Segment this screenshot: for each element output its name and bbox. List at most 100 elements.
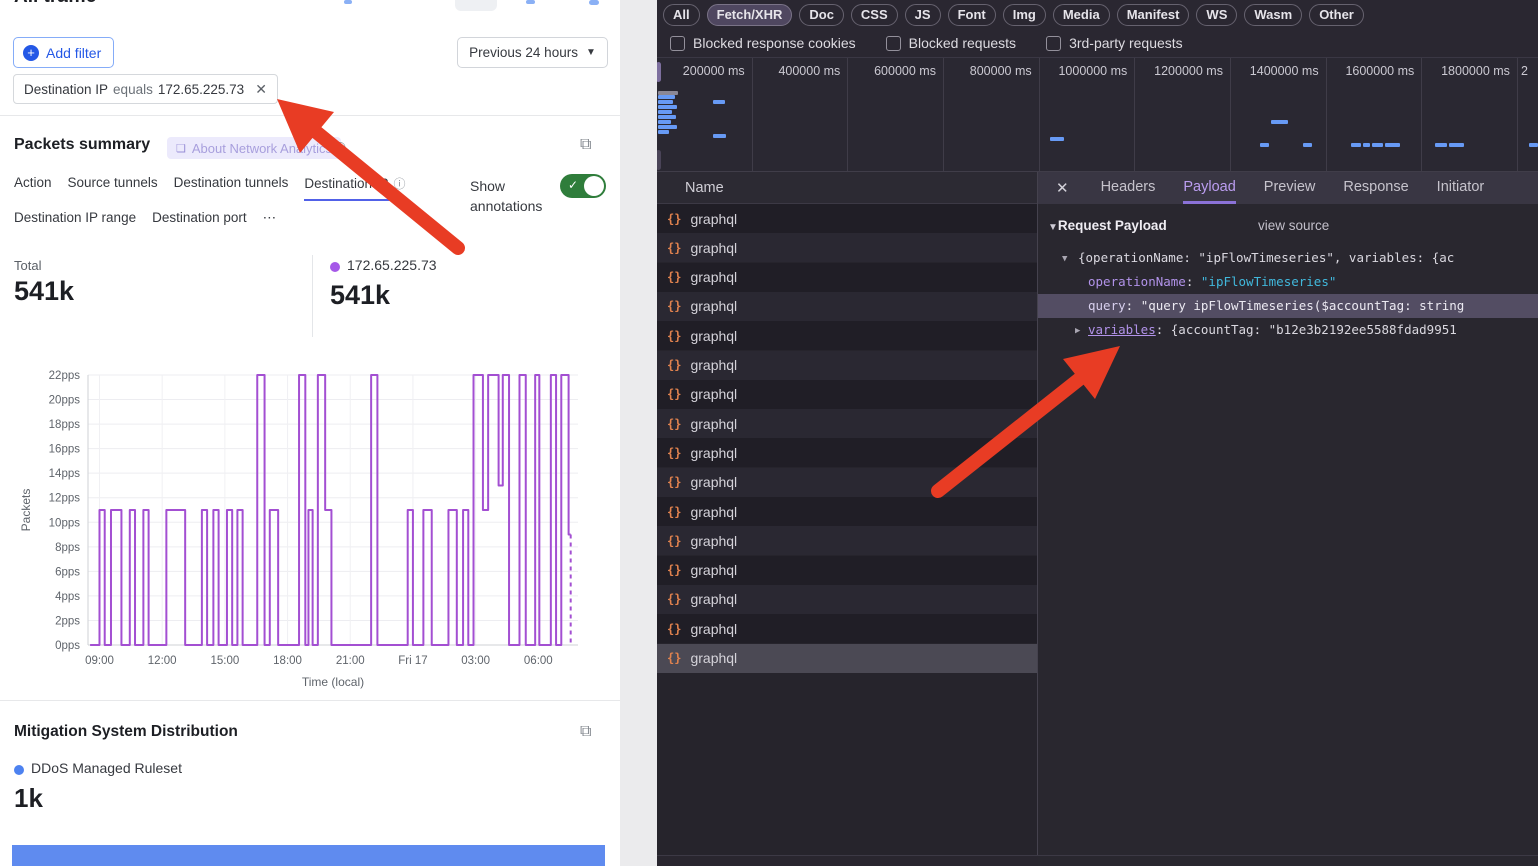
filter-pill-img[interactable]: Img [1003, 4, 1046, 26]
request-row-graphql[interactable]: {}graphql [657, 556, 1038, 585]
about-network-analytics-badge[interactable]: ❏ About Network Analytics [167, 137, 341, 159]
filter-chip[interactable]: Destination IP equals 172.65.225.73 ✕ [13, 74, 278, 104]
filter-pill-js[interactable]: JS [905, 4, 941, 26]
copy-panel-icon[interactable]: ⧉ [580, 136, 591, 154]
checkbox-icon [670, 36, 685, 51]
request-name: graphql [690, 504, 737, 520]
request-name: graphql [690, 621, 737, 637]
request-row-graphql[interactable]: {}graphql [657, 585, 1038, 614]
request-row-graphql[interactable]: {}graphql [657, 263, 1038, 292]
tab-destination-port[interactable]: Destination port [152, 210, 247, 233]
filter-pill-all[interactable]: All [663, 4, 700, 26]
svg-text:22pps: 22pps [49, 370, 81, 382]
payload-line[interactable]: query: "query ipFlowTimeseries($accountT… [1038, 294, 1538, 318]
chevron-down-icon: ▼ [586, 47, 596, 58]
request-row-graphql[interactable]: {}graphql [657, 468, 1038, 497]
summary-tabs-row2: Destination IP range Destination port ⋯ [14, 210, 276, 233]
svg-text:0pps: 0pps [55, 640, 80, 652]
divider [312, 255, 313, 337]
filter-value: 172.65.225.73 [158, 82, 244, 97]
svg-text:06:00: 06:00 [524, 655, 553, 667]
close-icon[interactable]: ✕ [1056, 179, 1069, 197]
request-list: Name {}graphql{}graphql{}graphql{}graphq… [657, 172, 1038, 855]
payload-line[interactable]: ▼{operationName: "ipFlowTimeseries", var… [1038, 246, 1538, 270]
timeline-drag-handle[interactable] [657, 62, 661, 82]
request-row-graphql[interactable]: {}graphql [657, 233, 1038, 262]
svg-text:12pps: 12pps [49, 493, 81, 505]
expanded-caret-icon[interactable]: ▼ [1062, 247, 1067, 271]
request-activity-mark [658, 95, 675, 99]
tab-source-tunnels[interactable]: Source tunnels [68, 175, 158, 201]
tab-destination-tunnels[interactable]: Destination tunnels [174, 175, 289, 201]
filter-pill-manifest[interactable]: Manifest [1117, 4, 1190, 26]
payload-line[interactable]: ▶variables: {accountTag: "b12e3b2192ee55… [1038, 318, 1538, 342]
tab-action[interactable]: Action [14, 175, 52, 201]
json-file-icon: {} [667, 622, 681, 636]
filter-pill-other[interactable]: Other [1309, 4, 1364, 26]
request-row-graphql[interactable]: {}graphql [657, 380, 1038, 409]
add-filter-button[interactable]: + Add filter [13, 37, 114, 68]
filter-pill-css[interactable]: CSS [851, 4, 898, 26]
payload-token: : [1126, 298, 1141, 313]
network-overview-timeline[interactable]: 200000 ms400000 ms600000 ms800000 ms1000… [657, 58, 1538, 172]
filter-pill-fetch-xhr[interactable]: Fetch/XHR [707, 4, 793, 26]
filter-pill-ws[interactable]: WS [1196, 4, 1237, 26]
request-row-graphql[interactable]: {}graphql [657, 438, 1038, 467]
filter-field: Destination IP [24, 82, 108, 97]
collapsed-caret-icon[interactable]: ▶ [1075, 319, 1080, 343]
timeline-column: 1400000 ms [1231, 58, 1327, 172]
time-range-dropdown[interactable]: Previous 24 hours ▼ [457, 37, 608, 68]
view-source-link[interactable]: view source [1258, 218, 1329, 233]
timeline-column: 600000 ms [848, 58, 944, 172]
timeline-column: 1000000 ms [1040, 58, 1136, 172]
svg-text:2pps: 2pps [55, 615, 80, 627]
detail-tab-response[interactable]: Response [1343, 172, 1408, 204]
checkbox-label: 3rd-party requests [1069, 35, 1183, 51]
svg-text:Fri 17: Fri 17 [398, 655, 427, 667]
tab-destination-ip[interactable]: Destination IPⓘ [304, 175, 405, 201]
request-row-graphql[interactable]: {}graphql [657, 644, 1038, 673]
request-row-graphql[interactable]: {}graphql [657, 292, 1038, 321]
json-file-icon: {} [667, 475, 681, 489]
analytics-panel: All traffic + Add filter Previous 24 hou… [0, 0, 620, 866]
request-name: graphql [690, 416, 737, 432]
request-payload-section[interactable]: ▼Request Payload [1048, 218, 1167, 233]
timeline-ruler-label: 600000 ms [874, 64, 936, 78]
clock-icon: ◷ [334, 138, 346, 155]
request-name: graphql [690, 386, 737, 402]
request-row-graphql[interactable]: {}graphql [657, 526, 1038, 555]
checkbox-blocked-response-cookies[interactable]: Blocked response cookies [670, 35, 856, 51]
filter-pill-font[interactable]: Font [948, 4, 996, 26]
name-column-header[interactable]: Name [657, 172, 1038, 204]
request-row-graphql[interactable]: {}graphql [657, 351, 1038, 380]
request-row-graphql[interactable]: {}graphql [657, 409, 1038, 438]
timeline-ruler-label: 1000000 ms [1058, 64, 1127, 78]
request-row-graphql[interactable]: {}graphql [657, 321, 1038, 350]
timeline-ruler-label: 1200000 ms [1154, 64, 1223, 78]
request-name: graphql [690, 240, 737, 256]
tab--[interactable]: ⋯ [263, 210, 277, 233]
info-icon: ⓘ [393, 177, 405, 191]
filter-pill-doc[interactable]: Doc [799, 4, 844, 26]
detail-tab-preview[interactable]: Preview [1264, 172, 1316, 204]
summary-tabs-row1: Action Source tunnels Destination tunnels D… [14, 175, 405, 201]
detail-tab-initiator[interactable]: Initiator [1437, 172, 1485, 204]
copy-panel-icon[interactable]: ⧉ [580, 723, 591, 741]
payload-line[interactable]: operationName: "ipFlowTimeseries" [1038, 270, 1538, 294]
request-row-graphql[interactable]: {} graphql [657, 614, 1038, 643]
request-row-graphql[interactable]: {}graphql [657, 204, 1038, 233]
request-row-graphql[interactable]: {}graphql [657, 497, 1038, 526]
detail-tab-headers[interactable]: Headers [1101, 172, 1156, 204]
annotations-toggle[interactable]: ✓ [560, 174, 606, 198]
timeline-drag-handle[interactable] [657, 150, 661, 170]
filter-pill-media[interactable]: Media [1053, 4, 1110, 26]
checkbox-3rd-party-requests[interactable]: 3rd-party requests [1046, 35, 1183, 51]
timeline-ruler-label: 2 [1521, 64, 1528, 78]
detail-tab-payload[interactable]: Payload [1183, 172, 1235, 204]
checkbox-blocked-requests[interactable]: Blocked requests [886, 35, 1016, 51]
request-details-pane: ✕ Headers Payload Preview Response Initiator… [1038, 172, 1538, 866]
tab-destination-ip-range[interactable]: Destination IP range [14, 210, 136, 233]
filter-pill-wasm[interactable]: Wasm [1244, 4, 1302, 26]
timeline-column: 1600000 ms [1327, 58, 1423, 172]
remove-filter-icon[interactable]: ✕ [255, 81, 267, 98]
